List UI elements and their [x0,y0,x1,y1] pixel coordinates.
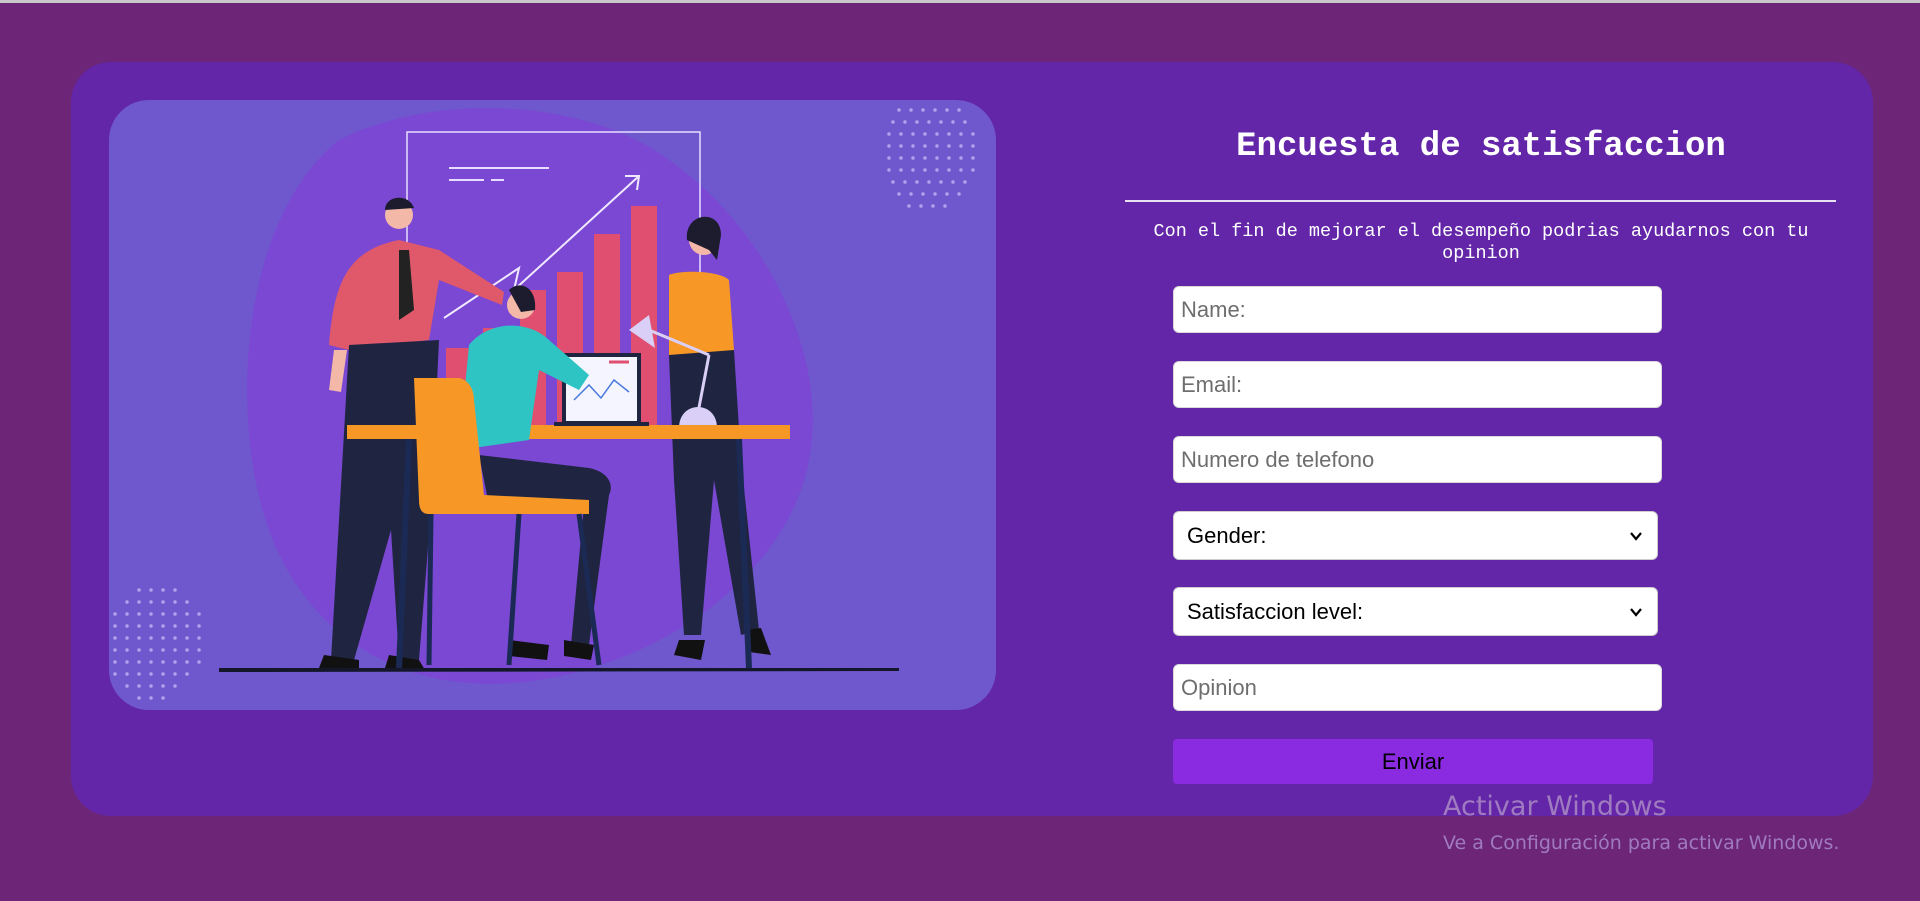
gender-select-value: Gender: [1187,522,1267,548]
activation-watermark-subtitle: Ve a Configuración para activar Windows. [1443,832,1840,854]
satisfaction-select-value: Satisfaccion level: [1187,598,1364,624]
opinion-input[interactable] [1173,664,1662,711]
window-top-border [0,0,1920,3]
chevron-down-icon [1630,607,1642,617]
page-title: Encuesta de satisfaccion [1236,128,1726,166]
activation-watermark-title: Activar Windows [1443,791,1667,822]
email-input[interactable] [1173,361,1662,408]
name-input[interactable] [1173,286,1662,333]
phone-input[interactable] [1173,436,1662,483]
team-meeting-illustration [109,100,996,710]
gender-select[interactable]: Gender: [1173,511,1658,560]
submit-button[interactable]: Enviar [1173,739,1653,784]
satisfaction-level-select[interactable]: Satisfaccion level: [1173,587,1658,636]
title-divider [1125,200,1836,202]
chevron-down-icon [1630,531,1642,541]
survey-description: Con el fin de mejorar el desempeño podri… [1153,221,1809,264]
